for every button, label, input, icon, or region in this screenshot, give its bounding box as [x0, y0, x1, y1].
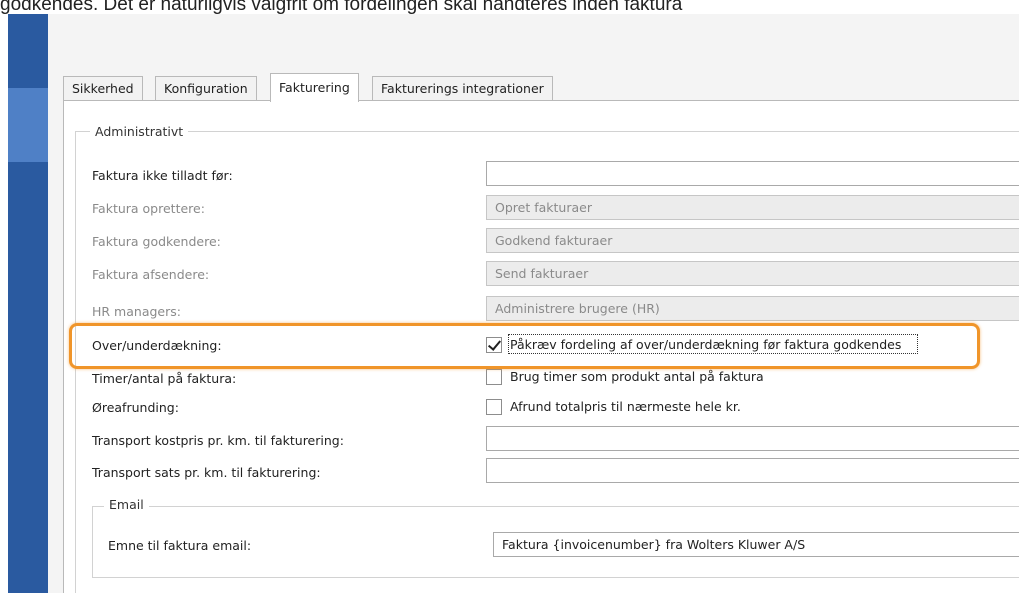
- transport-kostpris-input[interactable]: [486, 426, 1019, 451]
- faktura-godkendere-label: Faktura godkendere:: [92, 234, 221, 249]
- oereafrunding-label: Øreafrunding:: [92, 400, 179, 415]
- timer-antal-label: Timer/antal på faktura:: [92, 371, 237, 386]
- app-sidebar: [8, 14, 48, 593]
- faktura-afsendere-label: Faktura afsendere:: [92, 267, 210, 282]
- transport-sats-label: Transport sats pr. km. til fakturering:: [92, 465, 321, 480]
- transport-kostpris-label: Transport kostpris pr. km. til faktureri…: [92, 433, 344, 448]
- tab-fakturerings-integrationer[interactable]: Fakturerings integrationer: [372, 76, 553, 100]
- oereafrunding-checkbox-label[interactable]: Afrund totalpris til nærmeste hele kr.: [510, 399, 741, 414]
- oereafrunding-checkbox[interactable]: [486, 399, 502, 415]
- tab-fakturering[interactable]: Fakturering: [270, 73, 359, 102]
- faktura-ikke-tilladt-input[interactable]: [486, 161, 1019, 186]
- hr-managers-field: Administrere brugere (HR): [486, 296, 1019, 321]
- sidebar-selected-item[interactable]: [8, 88, 48, 162]
- hr-managers-label: HR managers:: [92, 304, 181, 319]
- faktura-oprettere-field: Opret fakturaer: [486, 195, 1019, 220]
- transport-sats-input[interactable]: [486, 458, 1019, 483]
- faktura-oprettere-label: Faktura oprettere:: [92, 201, 205, 216]
- email-legend: Email: [104, 497, 149, 512]
- faktura-afsendere-field: Send fakturaer: [486, 261, 1019, 286]
- highlight-annotation: [69, 323, 980, 369]
- tab-konfiguration[interactable]: Konfiguration: [155, 76, 257, 100]
- faktura-ikke-tilladt-label: Faktura ikke tilladt før:: [92, 168, 233, 183]
- timer-antal-checkbox[interactable]: [486, 369, 502, 385]
- timer-antal-checkbox-label[interactable]: Brug timer som produkt antal på faktura: [510, 369, 764, 384]
- emne-input[interactable]: [493, 532, 1019, 557]
- administrativt-legend: Administrativt: [90, 124, 189, 139]
- emne-label: Emne til faktura email:: [108, 538, 252, 553]
- faktura-godkendere-field: Godkend fakturaer: [486, 228, 1019, 253]
- tab-sikkerhed[interactable]: Sikkerhed: [63, 76, 143, 100]
